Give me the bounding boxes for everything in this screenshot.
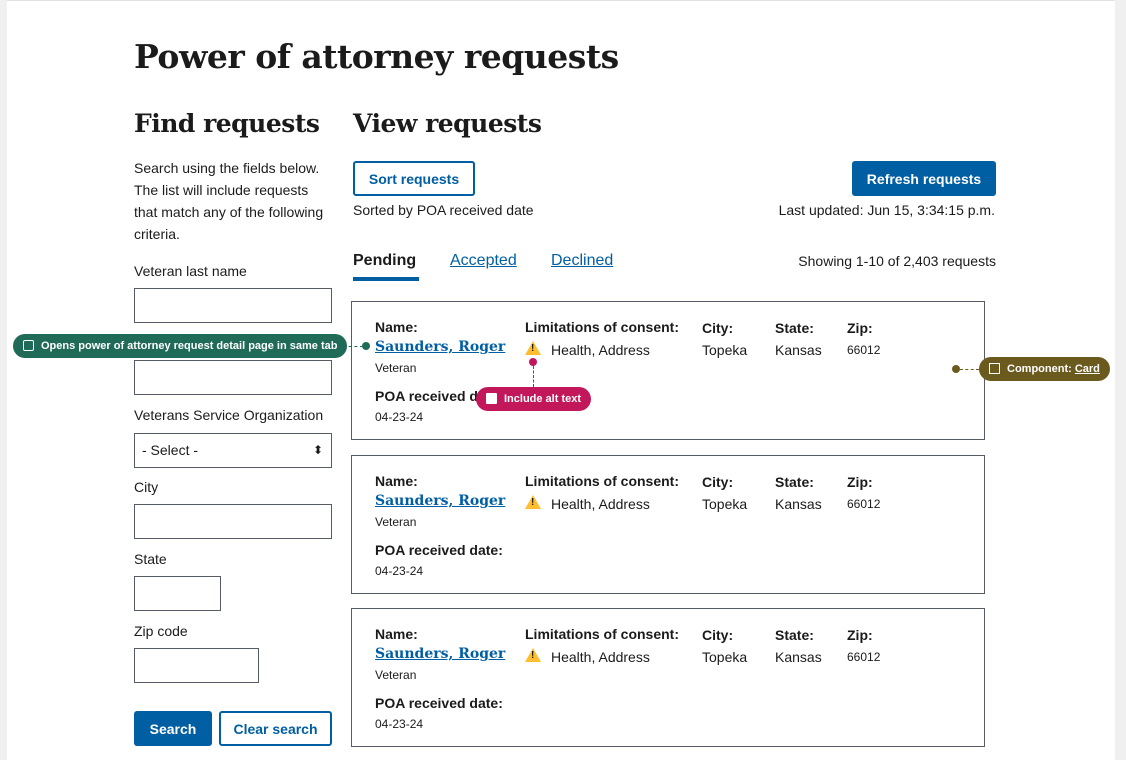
link-behavior-annotation: Opens power of attorney request detail p…: [13, 334, 348, 358]
zip-key: Zip:: [847, 627, 873, 643]
city-input[interactable]: [134, 504, 332, 539]
warning-icon: !: [525, 341, 541, 355]
request-card: Name: Saunders, Roger Veteran Limitation…: [351, 608, 985, 747]
search-button[interactable]: Search: [134, 711, 212, 746]
limitations-value: Health, Address: [551, 649, 650, 665]
component-annotation: Component: Card: [979, 357, 1110, 381]
veteran-name-link[interactable]: Saunders, Roger: [375, 493, 505, 509]
page-title: Power of attorney requests: [134, 37, 619, 76]
annotation-connector: [533, 366, 534, 387]
limitations-value: Health, Address: [551, 496, 650, 512]
vso-select[interactable]: - Select - ⬍: [134, 433, 332, 468]
city-value: Topeka: [702, 496, 748, 512]
sorted-by-text: Sorted by POA received date: [353, 202, 534, 218]
limitations-value: Health, Address: [551, 342, 650, 358]
zip-key: Zip:: [847, 320, 873, 336]
veteran-role: Veteran: [375, 668, 417, 682]
zip-label: Zip code: [134, 623, 188, 639]
component-annotation-prefix: Component:: [1007, 363, 1072, 375]
received-key: POA received date:: [375, 542, 503, 558]
received-value: 04-23-24: [375, 717, 424, 731]
tab-accepted[interactable]: Accepted: [450, 252, 517, 270]
warning-icon: !: [525, 648, 541, 662]
find-description: Search using the fields below. The list …: [134, 160, 324, 242]
received-value: 04-23-24: [375, 564, 424, 578]
state-label: State: [134, 551, 167, 567]
veteran-role: Veteran: [375, 361, 417, 375]
received-key: POA received date:: [375, 695, 503, 711]
tab-pending[interactable]: Pending: [353, 252, 416, 270]
find-heading: Find requests: [134, 109, 320, 138]
veteran-name-link[interactable]: Saunders, Roger: [375, 339, 505, 355]
tab-declined[interactable]: Declined: [551, 252, 613, 270]
alt-text-annotation-text: Include alt text: [504, 393, 582, 405]
request-card: Name: Saunders, Roger Veteran Limitation…: [351, 301, 985, 440]
request-card: Name: Saunders, Roger Veteran Limitation…: [351, 455, 985, 594]
city-label: City: [134, 479, 159, 495]
view-heading: View requests: [353, 109, 542, 138]
first-name-input[interactable]: [134, 360, 332, 395]
state-value: Kansas: [775, 496, 822, 512]
last-name-input[interactable]: [134, 288, 332, 323]
zip-value: 66012: [847, 650, 881, 664]
sort-requests-button[interactable]: Sort requests: [353, 161, 475, 196]
chevron-updown-icon: ⬍: [312, 443, 323, 457]
veteran-name-link[interactable]: Saunders, Roger: [375, 646, 505, 662]
refresh-requests-button[interactable]: Refresh requests: [852, 161, 996, 196]
city-value: Topeka: [702, 342, 748, 358]
annotation-anchor-dot: [952, 365, 960, 373]
vso-label: Veterans Service Organization: [134, 407, 324, 423]
note-icon: [23, 340, 34, 351]
city-key: City:: [702, 320, 734, 336]
limitations-key: Limitations of consent:: [525, 319, 679, 335]
name-key: Name:: [375, 319, 418, 335]
limitations-key: Limitations of consent:: [525, 626, 679, 642]
state-value: Kansas: [775, 342, 822, 358]
annotation-anchor-dot: [362, 342, 370, 350]
city-key: City:: [702, 627, 734, 643]
link-behavior-annotation-text: Opens power of attorney request detail p…: [41, 340, 338, 352]
name-key: Name:: [375, 473, 418, 489]
name-key: Name:: [375, 626, 418, 642]
page: Power of attorney requests Find requests…: [7, 0, 1115, 760]
vso-select-value: - Select -: [142, 442, 199, 458]
clear-search-button[interactable]: Clear search: [219, 711, 332, 746]
zip-key: Zip:: [847, 474, 873, 490]
zip-value: 66012: [847, 497, 881, 511]
limitations-key: Limitations of consent:: [525, 473, 679, 489]
component-icon: [989, 363, 1000, 374]
warning-icon: !: [525, 495, 541, 509]
state-value: Kansas: [775, 649, 822, 665]
state-key: State:: [775, 320, 814, 336]
veteran-role: Veteran: [375, 515, 417, 529]
city-value: Topeka: [702, 649, 748, 665]
received-value: 04-23-24: [375, 410, 424, 424]
image-icon: [486, 393, 497, 404]
city-key: City:: [702, 474, 734, 490]
component-card-link[interactable]: Card: [1075, 363, 1100, 375]
state-key: State:: [775, 627, 814, 643]
annotation-connector: [343, 346, 363, 347]
annotation-connector: [960, 369, 979, 370]
state-key: State:: [775, 474, 814, 490]
alt-text-annotation: Include alt text: [476, 387, 592, 411]
last-updated-text: Last updated: Jun 15, 3:34:15 p.m.: [778, 202, 995, 218]
showing-count-text: Showing 1-10 of 2,403 requests: [798, 253, 996, 269]
zip-input[interactable]: [134, 648, 259, 683]
annotation-anchor-dot: [529, 358, 537, 366]
tab-pending-underline: [353, 277, 419, 281]
last-name-label: Veteran last name: [134, 263, 247, 279]
state-input[interactable]: [134, 576, 221, 611]
zip-value: 66012: [847, 343, 881, 357]
